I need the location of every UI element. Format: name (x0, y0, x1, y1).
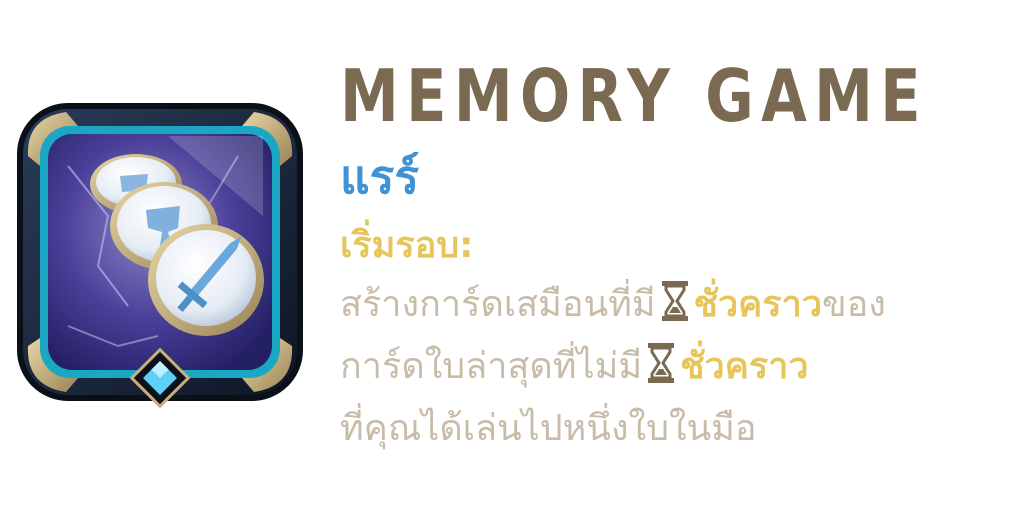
card-text: MEMORY GAME แรร์ เริ่มรอบ: สร้างการ์ดเสม… (340, 60, 1020, 460)
card-description: สร้างการ์ดเสมือนที่มี ชั่วคราวของ การ์ดใบ… (340, 274, 1020, 460)
description-line-1: สร้างการ์ดเสมือนที่มี ชั่วคราวของ (340, 274, 1020, 336)
trigger-label: เริ่มรอบ: (340, 225, 474, 266)
memory-coins-icon (8, 96, 308, 416)
description-line-3: ที่คุณได้เล่นไปหนึ่งใบในมือ (340, 398, 1020, 460)
temporary-keyword: ชั่วคราว (693, 284, 823, 325)
description-text: ที่คุณได้เล่นไปหนึ่งใบในมือ (340, 408, 757, 449)
description-text: สร้างการ์ดเสมือนที่มี (340, 284, 656, 325)
description-text: ของ (822, 284, 886, 325)
hourglass-icon (660, 280, 690, 322)
description-text: การ์ดใบล่าสุดที่ไม่มี (340, 346, 643, 387)
card-title: MEMORY GAME (340, 54, 928, 138)
description-line-2: การ์ดใบล่าสุดที่ไม่มี ชั่วคราว (340, 336, 1020, 398)
temporary-keyword: ชั่วคราว (680, 346, 809, 387)
hourglass-icon (646, 342, 676, 384)
rarity-label: แรร์ (340, 150, 420, 204)
memory-game-card: MEMORY GAME แรร์ เริ่มรอบ: สร้างการ์ดเสม… (0, 0, 1024, 512)
